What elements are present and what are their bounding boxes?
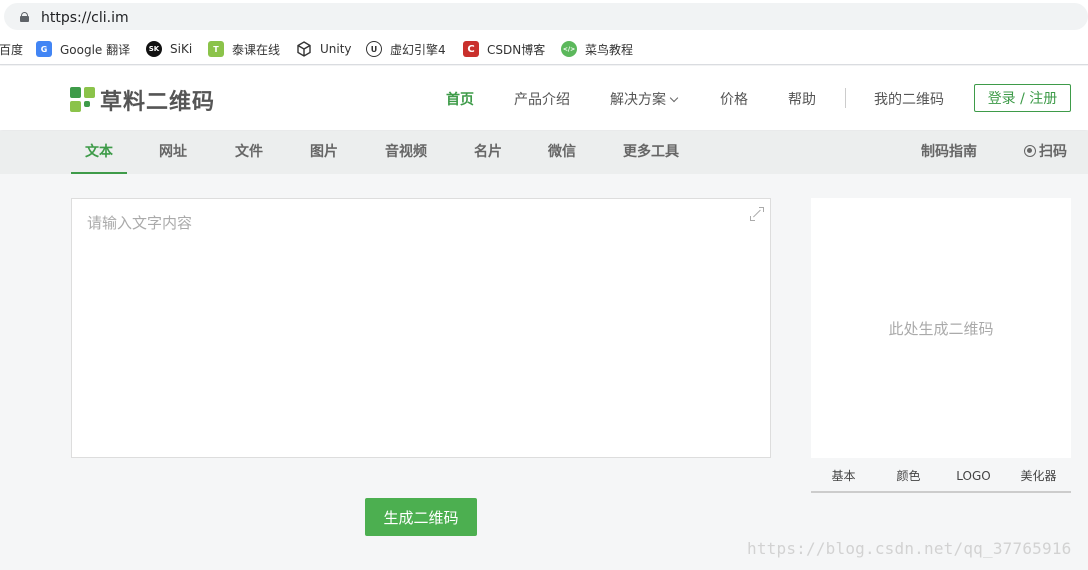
tab-business-card[interactable]: 名片 xyxy=(474,131,502,174)
qr-style-tabs: 基本 颜色 LOGO 美化器 xyxy=(811,465,1071,493)
bookmark-label: 泰课在线 xyxy=(232,42,281,57)
generate-qrcode-button[interactable]: 生成二维码 xyxy=(365,498,477,536)
scan-icon xyxy=(1024,145,1036,157)
bookmark-taikr[interactable]: T 泰课在线 xyxy=(208,40,280,58)
nav-solutions[interactable]: 解决方案 xyxy=(610,89,679,109)
runoob-icon: </> xyxy=(561,41,577,57)
tab-url[interactable]: 网址 xyxy=(159,131,187,174)
unity-icon xyxy=(296,41,312,57)
taikr-icon: T xyxy=(208,41,224,57)
bookmark-google-translate[interactable]: G Google 翻译 xyxy=(36,40,130,58)
tab-wechat[interactable]: 微信 xyxy=(548,131,576,174)
tool-tabs-bar: 文本 网址 文件 图片 音视频 名片 微信 更多工具 制码指南 扫码 xyxy=(0,131,1088,174)
tab-beautifier[interactable]: 美化器 xyxy=(1006,465,1071,491)
tab-file[interactable]: 文件 xyxy=(235,131,263,174)
nav-home[interactable]: 首页 xyxy=(446,89,474,109)
siki-icon: SK xyxy=(146,41,162,57)
text-input-panel xyxy=(71,198,771,458)
lock-icon[interactable] xyxy=(20,12,29,22)
tab-basic[interactable]: 基本 xyxy=(811,465,876,491)
nav-pricing[interactable]: 价格 xyxy=(720,89,748,109)
bookmark-label: Google 翻译 xyxy=(60,42,131,57)
tab-logo[interactable]: LOGO xyxy=(941,465,1006,491)
tab-image[interactable]: 图片 xyxy=(310,131,338,174)
qr-logo-icon xyxy=(70,87,96,113)
login-register-button[interactable]: 登录 / 注册 xyxy=(974,84,1071,112)
google-translate-icon: G xyxy=(36,41,52,57)
scan-button[interactable]: 扫码 xyxy=(1024,131,1067,174)
guide-link[interactable]: 制码指南 xyxy=(921,131,977,174)
logo-text: 草料二维码 xyxy=(100,90,216,115)
bookmark-label: 百度 xyxy=(0,42,24,57)
bookmark-unity[interactable]: Unity xyxy=(296,40,352,58)
watermark-text: https://blog.csdn.net/qq_37765916 xyxy=(747,539,1072,558)
bookmark-baidu[interactable]: 百度 xyxy=(0,40,23,58)
site-logo[interactable]: 草料二维码 xyxy=(70,84,215,116)
bookmark-label: CSDN博客 xyxy=(487,42,546,57)
bookmark-siki[interactable]: SK SiKi xyxy=(146,40,192,58)
bookmark-label: SiKi xyxy=(170,42,193,56)
nav-solutions-label: 解决方案 xyxy=(610,92,666,108)
bookmark-label: 菜鸟教程 xyxy=(585,42,634,57)
url-text[interactable]: https://cli.im xyxy=(41,10,129,26)
browser-url-bar: https://cli.im xyxy=(0,0,1088,33)
nav-my-qrcodes[interactable]: 我的二维码 xyxy=(874,89,944,109)
nav-products[interactable]: 产品介绍 xyxy=(514,89,570,109)
csdn-icon: C xyxy=(463,41,479,57)
tab-color[interactable]: 颜色 xyxy=(876,465,941,491)
tab-text[interactable]: 文本 xyxy=(71,131,127,174)
bookmark-unreal[interactable]: U 虚幻引擎4 xyxy=(366,40,446,58)
bookmark-runoob[interactable]: </> 菜鸟教程 xyxy=(561,40,633,58)
tab-audio-video[interactable]: 音视频 xyxy=(385,131,427,174)
text-content-input[interactable] xyxy=(72,199,770,457)
expand-icon[interactable] xyxy=(750,207,764,221)
qr-placeholder-text: 此处生成二维码 xyxy=(888,319,994,338)
bookmark-csdn[interactable]: C CSDN博客 xyxy=(463,40,545,58)
bookmark-label: Unity xyxy=(320,42,352,56)
nav-help[interactable]: 帮助 xyxy=(788,89,816,109)
address-field[interactable]: https://cli.im xyxy=(4,3,1088,30)
unreal-icon: U xyxy=(366,41,382,57)
bookmark-label: 虚幻引擎4 xyxy=(390,42,446,57)
bookmarks-bar: 百度 G Google 翻译 SK SiKi T 泰课在线 Unity U 虚幻… xyxy=(0,33,1088,65)
chevron-down-icon xyxy=(669,93,679,103)
tab-more-tools[interactable]: 更多工具 xyxy=(623,131,679,174)
qr-preview-panel: 此处生成二维码 xyxy=(811,198,1071,458)
site-header: 草料二维码 首页 产品介绍 解决方案 价格 帮助 我的二维码 登录 / 注册 xyxy=(0,66,1088,130)
nav-divider xyxy=(845,88,846,108)
scan-label: 扫码 xyxy=(1039,144,1067,160)
